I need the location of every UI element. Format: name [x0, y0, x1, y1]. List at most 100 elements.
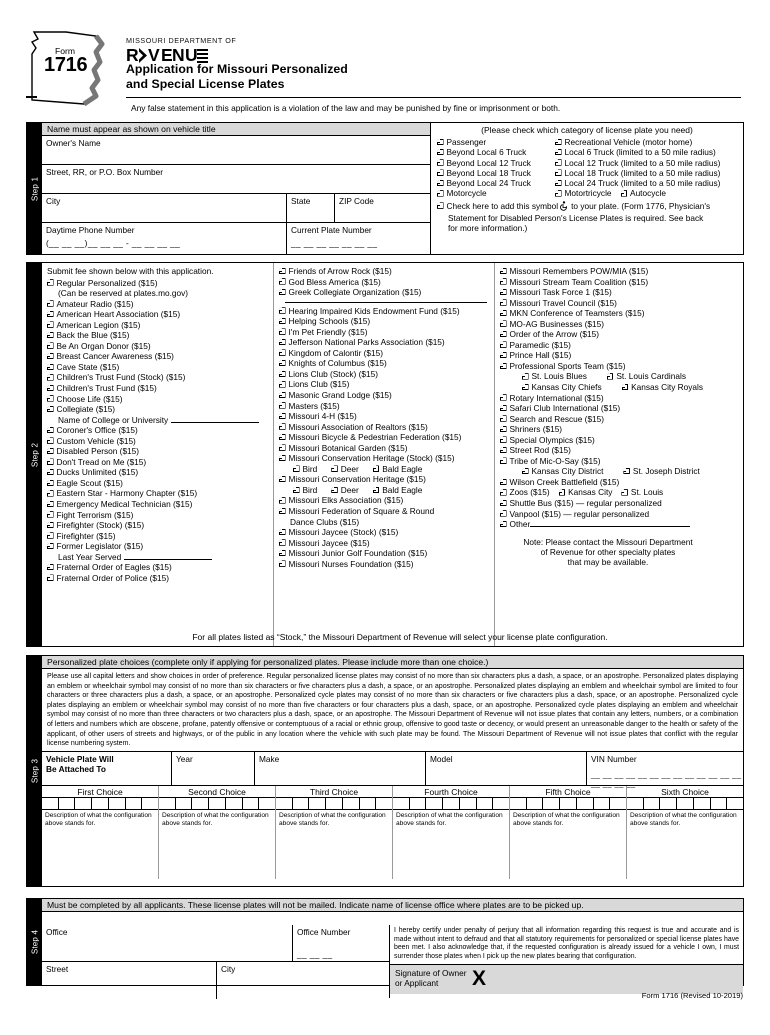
- checkbox[interactable]: [555, 190, 562, 197]
- checkbox[interactable]: [500, 267, 507, 275]
- zip-field[interactable]: ZIP Code: [335, 194, 430, 222]
- plate-character-box[interactable]: [92, 797, 109, 809]
- category-option[interactable]: Beyond Local 6 Truck: [437, 147, 555, 157]
- plate-option-row[interactable]: Tribe of Mic-O-Say ($15): [500, 456, 716, 467]
- plate-option-row[interactable]: Fraternal Order of Eagles ($15): [47, 562, 269, 573]
- vin-field[interactable]: VIN Number __ __ __ __ __ __ __ __ __ __…: [587, 752, 743, 788]
- category-option[interactable]: Beyond Local 24 Truck: [437, 178, 555, 188]
- plate-option-row[interactable]: Missouri Bicycle & Pedestrian Federation…: [279, 432, 489, 443]
- plate-character-box[interactable]: [142, 798, 158, 809]
- fill-in-line-row[interactable]: Name of College or University: [47, 415, 269, 426]
- plate-option-row[interactable]: Shriners ($15): [500, 424, 716, 435]
- plate-option-row[interactable]: Knights of Columbus ($15): [279, 358, 489, 369]
- plate-choice-description[interactable]: Description of what the configuration ab…: [627, 810, 743, 830]
- plate-character-box[interactable]: [42, 797, 59, 809]
- disabled-symbol-checkbox-row[interactable]: Check here to add this symbol to your pl…: [437, 201, 739, 213]
- plate-choice-description[interactable]: Description of what the configuration ab…: [42, 810, 158, 830]
- office-field[interactable]: Office: [42, 925, 293, 961]
- checkbox[interactable]: [606, 373, 614, 380]
- category-option[interactable]: Local 24 Truck (limited to a 50 mile rad…: [555, 178, 743, 188]
- plate-sub-option[interactable]: Kansas City Chiefs: [522, 382, 602, 393]
- checkbox[interactable]: [437, 169, 444, 176]
- plate-option-row[interactable]: Missouri Federation of Square & Round: [279, 506, 489, 517]
- category-option[interactable]: Local 6 Truck (limited to a 50 mile radi…: [555, 147, 743, 157]
- plate-character-box[interactable]: [109, 797, 126, 809]
- fill-in-line-row[interactable]: Last Year Served: [47, 552, 269, 563]
- checkbox[interactable]: [47, 342, 54, 349]
- phone-field[interactable]: Daytime Phone Number (__ __ __)__ __ __ …: [42, 223, 287, 254]
- checkbox[interactable]: [279, 412, 286, 420]
- checkbox[interactable]: [279, 338, 286, 346]
- checkbox[interactable]: [47, 521, 54, 529]
- checkbox[interactable]: [279, 349, 286, 356]
- plate-option-row[interactable]: Missouri 4-H ($15): [279, 411, 489, 422]
- category-option[interactable]: Local 18 Truck (limited to a 50 mile rad…: [555, 168, 743, 178]
- office-street-field[interactable]: Street: [42, 962, 217, 999]
- checkbox[interactable]: [47, 363, 54, 371]
- checkbox[interactable]: [522, 373, 529, 380]
- plate-option-row[interactable]: Missouri Conservation Heritage (Stock) (…: [279, 453, 489, 464]
- plate-option-row[interactable]: Zoos ($15) Kansas City St. Louis: [500, 487, 716, 498]
- plate-character-box[interactable]: [393, 797, 410, 809]
- plate-character-box[interactable]: [276, 797, 293, 809]
- plate-option-row[interactable]: Missouri Association of Realtors ($15): [279, 422, 489, 433]
- checkbox[interactable]: [47, 300, 54, 307]
- plate-character-box[interactable]: [727, 798, 743, 809]
- other-plate-line[interactable]: [530, 519, 691, 528]
- checkbox[interactable]: [47, 352, 54, 360]
- plate-option-row[interactable]: Friends of Arrow Rock ($15): [279, 266, 489, 277]
- plate-option-row[interactable]: God Bless America ($15): [279, 277, 489, 288]
- plate-sub-option[interactable]: Bald Eagle: [372, 485, 422, 496]
- plate-option-row[interactable]: Search and Rescue ($15): [500, 414, 716, 425]
- office-number-field[interactable]: Office Number __ __ __: [293, 925, 389, 961]
- plate-sub-option[interactable]: Bald Eagle: [372, 464, 422, 475]
- plate-character-box[interactable]: [209, 797, 226, 809]
- plate-option-row[interactable]: Order of the Arrow ($15): [500, 329, 716, 340]
- checkbox[interactable]: [47, 468, 54, 476]
- category-option[interactable]: Recreational Vehicle (motor home): [555, 137, 743, 147]
- plate-character-box[interactable]: [410, 797, 427, 809]
- checkbox[interactable]: [500, 489, 507, 496]
- checkbox[interactable]: [522, 383, 529, 391]
- plate-character-boxes[interactable]: [159, 797, 275, 810]
- checkbox[interactable]: [500, 299, 507, 306]
- checkbox[interactable]: [500, 394, 507, 401]
- checkbox[interactable]: [555, 159, 562, 166]
- checkbox[interactable]: [47, 563, 54, 571]
- checkbox[interactable]: [500, 278, 507, 285]
- checkbox[interactable]: [279, 444, 286, 451]
- checkbox[interactable]: [279, 497, 286, 504]
- checkbox[interactable]: [47, 511, 54, 518]
- state-field[interactable]: State: [287, 194, 335, 222]
- checkbox[interactable]: [279, 267, 286, 275]
- plate-character-box[interactable]: [510, 797, 527, 809]
- plate-option-row[interactable]: Children's Trust Fund (Stock) ($15): [47, 372, 269, 383]
- plate-character-box[interactable]: [226, 797, 243, 809]
- checkbox[interactable]: [555, 148, 562, 156]
- plate-option-row[interactable]: Hearing Impaired Kids Endowment Fund ($1…: [279, 306, 489, 317]
- plate-option-row[interactable]: Firefighter (Stock) ($15): [47, 520, 269, 531]
- plate-option-row[interactable]: Disabled Person ($15): [47, 446, 269, 457]
- plate-option-row[interactable]: Cave State ($15): [47, 362, 269, 373]
- checkbox[interactable]: [47, 532, 54, 539]
- plate-sub-option[interactable]: Deer: [331, 485, 359, 496]
- plate-option-row[interactable]: Back the Blue ($15): [47, 330, 269, 341]
- plate-character-box[interactable]: [577, 797, 594, 809]
- plate-option-row[interactable]: Missouri Elks Association ($15): [279, 495, 489, 506]
- plate-option-row[interactable]: Vanpool ($15) — regular personalized: [500, 509, 716, 520]
- current-plate-field[interactable]: Current Plate Number __ __ __ __ __ __ _…: [287, 223, 430, 254]
- plate-option-row[interactable]: Missouri Nurses Foundation ($15): [279, 559, 489, 570]
- plate-character-boxes[interactable]: [42, 797, 158, 810]
- checkbox[interactable]: [279, 528, 286, 536]
- checkbox[interactable]: [500, 341, 507, 348]
- plate-option-row[interactable]: Former Legislator ($15): [47, 541, 269, 552]
- checkbox[interactable]: [331, 465, 338, 472]
- plate-sub-option[interactable]: Kansas City Royals: [621, 382, 703, 393]
- plate-option-row[interactable]: American Legion ($15): [47, 320, 269, 331]
- plate-option-row[interactable]: Masonic Grand Lodge ($15): [279, 390, 489, 401]
- checkbox[interactable]: [500, 425, 507, 433]
- plate-option-row[interactable]: Missouri Junior Golf Foundation ($15): [279, 548, 489, 559]
- plate-sub-option[interactable]: Kansas City District: [522, 466, 603, 477]
- plate-character-box[interactable]: [243, 797, 260, 809]
- street-row[interactable]: Street, RR, or P.O. Box Number: [42, 165, 430, 194]
